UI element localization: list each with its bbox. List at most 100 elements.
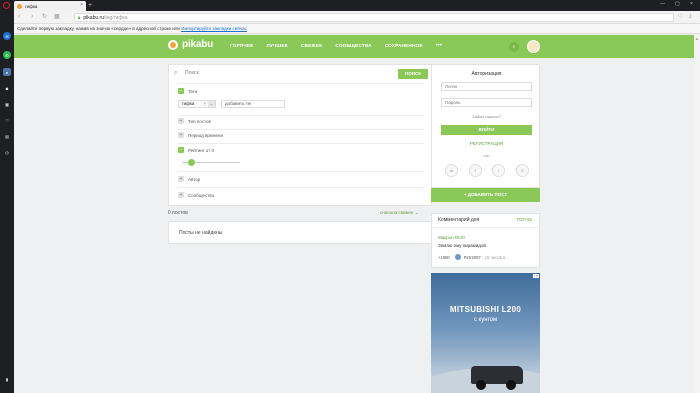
tag-chip[interactable]: гифка × ⌄ <box>178 100 216 108</box>
post-type-plus-icon[interactable]: + <box>178 118 184 124</box>
top50-link[interactable]: ТОП 50 <box>516 217 532 222</box>
ad-truck-wheel <box>506 380 516 390</box>
back-icon[interactable]: ‹ <box>18 13 20 21</box>
pikabu-favicon-icon <box>17 3 22 9</box>
tag-chip-label: гифка <box>182 101 195 106</box>
comment-meta: +1880 Petr2087 15 часов н... <box>438 254 509 260</box>
register-link[interactable]: РЕГИСТРАЦИЯ <box>432 141 541 146</box>
speed-dial-icon[interactable]: ▦ <box>3 100 11 108</box>
browser-tab-bar: гифка × + — ▢ × <box>0 0 700 11</box>
auth-card: Авторизация Логин Пароль Забыл пароль? В… <box>431 64 540 188</box>
search-filters-card: ⌕ Поиск ПОИСК − Теги гифка × ⌄ добавить … <box>168 64 432 206</box>
add-tag-input[interactable]: добавить тег <box>221 100 285 108</box>
filter-period-label: Период времени <box>188 132 224 138</box>
commenter-avatar[interactable] <box>454 254 461 260</box>
new-tab-button[interactable]: + <box>88 1 92 10</box>
divider <box>178 129 424 130</box>
vk-icon[interactable]: vk <box>445 164 458 177</box>
add-post-button[interactable]: + ДОБАВИТЬ ПОСТ <box>431 188 540 202</box>
maximize-icon[interactable]: ▢ <box>675 1 680 7</box>
minimize-icon[interactable]: — <box>660 1 665 7</box>
address-bar[interactable]: 🔒︎ pikabu.ru/tag/гифка <box>74 13 674 22</box>
close-window-icon[interactable]: × <box>690 1 693 7</box>
commenter-name[interactable]: Petr2087 <box>464 255 481 260</box>
search-button[interactable]: ПОИСК <box>398 69 428 79</box>
google-icon[interactable]: G <box>515 164 529 177</box>
opera-logo-icon[interactable] <box>3 2 10 9</box>
tab-close-icon[interactable]: × <box>80 2 83 8</box>
password-field[interactable]: Пароль <box>441 98 532 107</box>
news-icon[interactable]: ▤ <box>3 132 11 140</box>
filter-community-label: Сообщество <box>188 192 215 198</box>
tags-checkbox-icon[interactable]: − <box>178 88 184 94</box>
tag-options-icon[interactable]: ⌄ <box>208 101 215 107</box>
bookmark-bar: Сделайте первую закладку, нажав на значо… <box>14 24 700 34</box>
divider <box>178 171 424 172</box>
menu-saved[interactable]: СОХРАНЕННОЕ <box>385 44 423 49</box>
comment-of-day-title: Комментарий дня <box>438 217 480 223</box>
forward-icon[interactable]: › <box>31 13 33 21</box>
messenger-icon[interactable]: ✉ <box>3 32 11 40</box>
auth-title: Авторизация <box>471 71 502 77</box>
reload-icon[interactable]: ↻ <box>42 13 47 21</box>
filter-rating[interactable]: − Рейтинг от 0 <box>178 147 214 153</box>
filter-post-type-label: Тип постов <box>188 118 211 124</box>
sidebar-toggle-icon[interactable]: ▮ <box>3 375 11 383</box>
page-scrollbar[interactable]: ▲ <box>694 35 700 393</box>
camera-icon[interactable]: ◙ <box>3 84 11 92</box>
filter-period[interactable]: + Период времени <box>178 132 223 138</box>
rating-checkbox-icon[interactable]: − <box>178 147 184 153</box>
rating-slider-handle[interactable] <box>188 159 195 166</box>
comment-time: 15 часов н... <box>484 254 509 260</box>
vk-icon[interactable]: в <box>3 68 11 76</box>
whatsapp-icon[interactable]: ✆ <box>3 51 11 59</box>
browser-tab[interactable]: гифка × <box>14 1 86 11</box>
search-input[interactable]: Поиск <box>185 70 199 76</box>
header-search-icon[interactable]: ⌕ <box>509 42 519 52</box>
ad-close-icon[interactable]: i × <box>533 274 539 278</box>
menu-hot[interactable]: ГОРЯЧЕЕ <box>230 44 253 49</box>
tag-remove-icon[interactable]: × <box>203 101 206 107</box>
menu-fresh[interactable]: СВЕЖЕЕ <box>301 44 322 49</box>
menu-more-icon[interactable]: ••• <box>436 43 442 49</box>
browser-toolbar: ‹ › ↻ ▦ 🔒︎ pikabu.ru/tag/гифка ♡ ⤓ <box>14 11 700 24</box>
comment-of-day-card: Комментарий дня ТОП 50 Макрон ВСЁ! Землю… <box>431 213 540 268</box>
tabs-grid-icon[interactable]: ▦ <box>54 13 60 21</box>
history-icon[interactable]: ◷ <box>3 148 11 156</box>
bookmark-heart-icon[interactable]: ♡ <box>678 13 683 20</box>
user-avatar[interactable] <box>527 40 540 53</box>
filter-community[interactable]: + Сообщество <box>178 192 214 198</box>
menu-communities[interactable]: СООБЩЕСТВА <box>335 44 371 49</box>
login-field[interactable]: Логин <box>441 82 532 91</box>
download-icon[interactable]: ⤓ <box>689 13 692 20</box>
bookmark-prompt: Сделайте первую закладку, нажав на значо… <box>17 26 180 31</box>
heart-icon[interactable]: ♡ <box>3 116 11 124</box>
twitter-icon[interactable]: t <box>492 164 506 177</box>
facebook-icon[interactable]: f <box>468 164 482 177</box>
filter-author-label: Автор <box>188 176 201 182</box>
forgot-password-link[interactable]: Забыл пароль? <box>432 114 541 119</box>
comment-rating: +1880 <box>438 254 450 260</box>
site-header: pikabu ГОРЯЧЕЕ ЛУЧШЕЕ СВЕЖЕЕ СООБЩЕСТВА … <box>14 35 700 58</box>
filter-tags[interactable]: − Теги <box>178 88 197 94</box>
menu-best[interactable]: ЛУЧШЕЕ <box>266 44 288 49</box>
browser-sidebar: ✉ ✆ в ◙ ▦ ♡ ▤ ◷ ▮ <box>0 11 14 393</box>
comment-post-link[interactable]: Макрон ВСЁ! <box>438 235 465 240</box>
author-plus-icon[interactable]: + <box>178 176 184 182</box>
sort-chevron-icon: ⌄ <box>414 210 419 215</box>
filter-post-type[interactable]: + Тип постов <box>178 118 211 124</box>
ad-title: MITSUBISHI L200 <box>449 305 522 314</box>
community-plus-icon[interactable]: + <box>178 192 184 198</box>
ad-banner[interactable]: i × MITSUBISHI L200 с кунгом <box>431 273 540 393</box>
divider <box>432 227 539 228</box>
period-plus-icon[interactable]: + <box>178 132 184 138</box>
scroll-up-icon[interactable]: ▲ <box>695 36 699 41</box>
pikabu-logo[interactable]: pikabu <box>168 39 213 50</box>
main-menu: ГОРЯЧЕЕ ЛУЧШЕЕ СВЕЖЕЕ СООБЩЕСТВА СОХРАНЕ… <box>230 43 442 49</box>
url-host: pikabu.ru <box>83 15 104 21</box>
import-bookmarks-link[interactable]: Импортируйте закладки сейчас <box>181 26 247 31</box>
filter-author[interactable]: + Автор <box>178 176 200 182</box>
sort-dropdown[interactable]: сначала свежее ⌄ <box>380 210 418 216</box>
ad-truck-wheel <box>476 380 486 390</box>
login-button[interactable]: ВОЙТИ <box>441 125 532 135</box>
